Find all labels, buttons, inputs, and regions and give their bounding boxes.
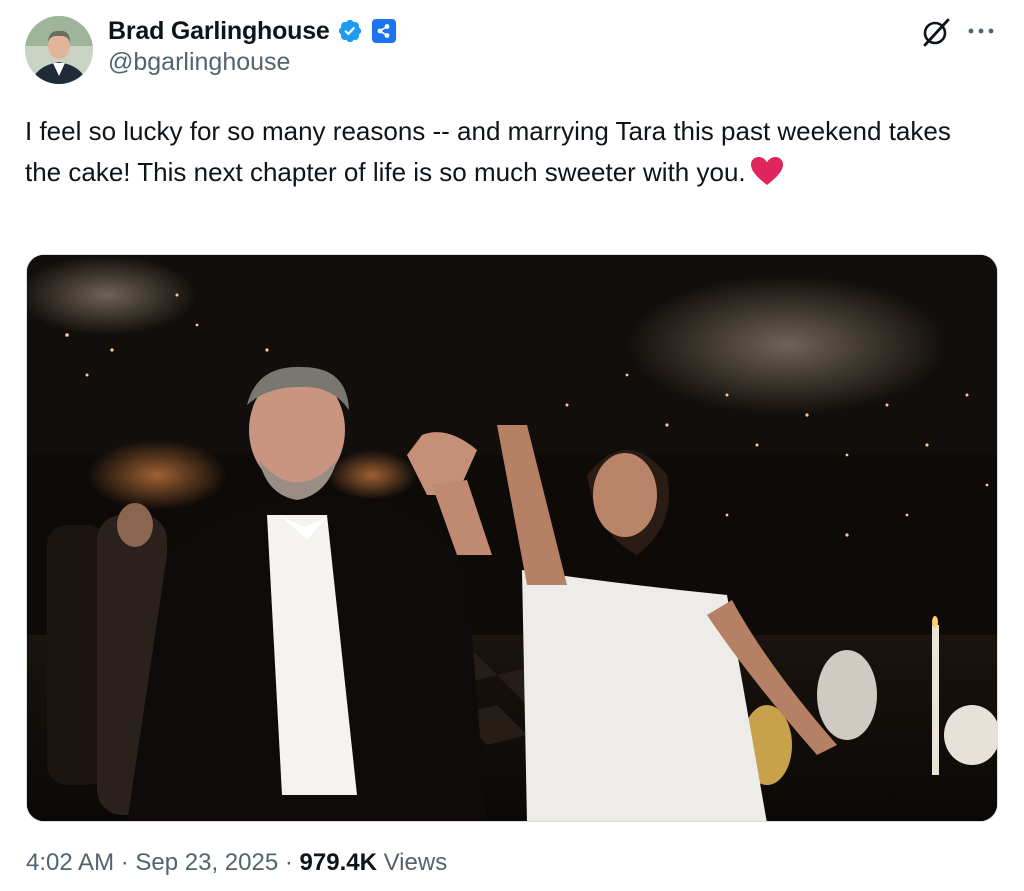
tweet-photo[interactable]	[26, 254, 998, 822]
verified-badge-icon	[337, 18, 363, 44]
author-handle[interactable]: @bgarlinghouse	[108, 48, 290, 77]
meta-separator: ·	[284, 849, 293, 876]
grok-icon[interactable]	[920, 16, 952, 48]
author-display-name[interactable]: Brad Garlinghouse	[108, 17, 330, 46]
tweet-text: I feel so lucky for so many reasons -- a…	[25, 111, 985, 193]
tweet-body: I feel so lucky for so many reasons -- a…	[25, 116, 951, 187]
tweet-meta: 4:02 AM · Sep 23, 2025 · 979.4K Views	[26, 849, 447, 877]
views-count: 979.4K	[299, 849, 377, 876]
red-heart-icon	[750, 156, 784, 186]
tweet-time[interactable]: 4:02 AM	[26, 849, 114, 876]
more-options-icon[interactable]	[966, 24, 996, 38]
tweet-date[interactable]: Sep 23, 2025	[135, 849, 278, 876]
ripple-affiliate-icon[interactable]	[371, 19, 396, 43]
avatar[interactable]	[25, 16, 93, 84]
views-label: Views	[383, 849, 448, 876]
meta-separator: ·	[120, 849, 129, 876]
